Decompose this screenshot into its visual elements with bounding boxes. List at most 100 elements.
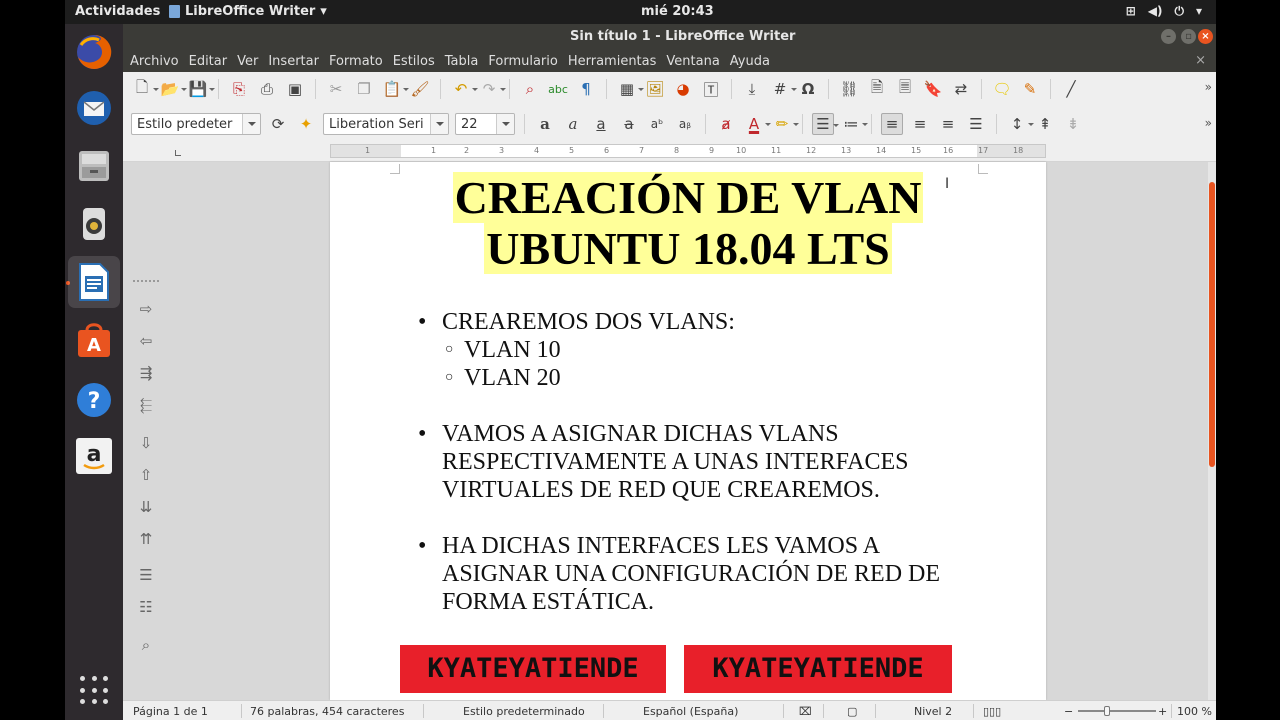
language[interactable]: Español (España)	[643, 705, 738, 718]
insert-field-icon[interactable]: #	[769, 78, 797, 100]
find-replace-icon[interactable]: ⌕	[519, 78, 541, 100]
minimize-button[interactable]: –	[1161, 29, 1176, 44]
restart-numbering-icon[interactable]: ☷	[135, 598, 157, 618]
menu-ayuda[interactable]: Ayuda	[730, 54, 770, 69]
print-icon[interactable]: ⎙	[256, 78, 278, 100]
font-name-combo[interactable]: Liberation Seri	[323, 113, 449, 135]
move-item-down-icon[interactable]: ⇊	[135, 498, 157, 518]
zoom-out-button[interactable]: −	[1064, 705, 1073, 718]
zoom-slider[interactable]	[1078, 710, 1156, 712]
subscript-icon[interactable]: aᵦ	[674, 113, 696, 135]
paste-icon[interactable]: 📋	[381, 78, 409, 100]
show-applications-button[interactable]	[80, 676, 110, 706]
strikethrough-icon[interactable]: a	[618, 113, 640, 135]
menu-archivo[interactable]: Archivo	[130, 54, 179, 69]
software-launcher[interactable]: A	[74, 320, 114, 360]
window-titlebar[interactable]: Sin título 1 - LibreOffice Writer – ▫ ×	[123, 24, 1216, 50]
close-document-button[interactable]: ×	[1195, 53, 1206, 68]
insert-cross-reference-icon[interactable]: ⇄	[950, 78, 972, 100]
menu-tabla[interactable]: Tabla	[445, 54, 479, 69]
italic-icon[interactable]: a	[562, 113, 584, 135]
vertical-scrollbar[interactable]	[1208, 162, 1216, 700]
zoom-slider-handle[interactable]	[1104, 706, 1110, 716]
chevron-down-icon[interactable]	[242, 114, 260, 134]
document-page[interactable]: CREACIÓN DE VLAN UBUNTU 18.04 LTS CREARE…	[330, 162, 1046, 700]
special-character-icon[interactable]: Ω	[797, 78, 819, 100]
insert-image-icon[interactable]: 🖼	[644, 78, 666, 100]
close-window-button[interactable]: ×	[1198, 29, 1213, 44]
export-pdf-icon[interactable]: ⎘	[228, 78, 250, 100]
page-style[interactable]: Estilo predeterminado	[463, 705, 585, 718]
insert-unnumbered-entry-icon[interactable]: ☰	[135, 566, 157, 586]
menu-ventana[interactable]: Ventana	[666, 54, 719, 69]
line-spacing-icon[interactable]: ↕	[1006, 113, 1034, 135]
menu-herramientas[interactable]: Herramientas	[568, 54, 657, 69]
menu-ver[interactable]: Ver	[237, 54, 258, 69]
superscript-icon[interactable]: aᵇ	[646, 113, 668, 135]
chevron-down-icon[interactable]	[496, 114, 514, 134]
redo-icon[interactable]: ↷	[478, 78, 506, 100]
volume-icon[interactable]: ◀)	[1148, 4, 1163, 19]
save-icon[interactable]: 💾	[187, 78, 215, 100]
bullets-numbering-dialog-icon[interactable]: ⌕	[135, 636, 157, 656]
menu-editar[interactable]: Editar	[189, 54, 228, 69]
demote-subpoints-icon[interactable]: ⇶	[135, 364, 157, 384]
spelling-icon[interactable]: abc	[547, 78, 569, 100]
align-center-icon[interactable]: ≡	[909, 113, 931, 135]
clear-formatting-icon[interactable]: ⱥ	[715, 113, 737, 135]
system-tray[interactable]: ⊞ ◀) ⏻ ▾	[1126, 4, 1202, 19]
insert-hyperlink-icon[interactable]: ⛓	[838, 78, 860, 100]
undo-icon[interactable]: ↶	[450, 78, 478, 100]
paragraph-style-combo[interactable]: Estilo predeter	[131, 113, 261, 135]
menu-estilos[interactable]: Estilos	[393, 54, 435, 69]
insert-textbox-icon[interactable]: 🅃	[700, 78, 722, 100]
font-color-icon[interactable]: A	[743, 113, 771, 135]
underline-icon[interactable]: a	[590, 113, 612, 135]
toolbar-overflow-button[interactable]: »	[1205, 116, 1212, 130]
document-modified-icon[interactable]: ▢	[847, 705, 857, 718]
move-up-icon[interactable]: ⇧	[135, 466, 157, 486]
demote-icon[interactable]: ⇨	[135, 300, 157, 320]
activities-button[interactable]: Actividades	[75, 4, 160, 19]
bold-icon[interactable]: a	[534, 113, 556, 135]
insert-footnote-icon[interactable]: 🗎	[866, 78, 888, 100]
zoom-level[interactable]: 100 %	[1177, 705, 1212, 718]
thunderbird-launcher[interactable]	[74, 88, 114, 128]
menu-insertar[interactable]: Insertar	[268, 54, 319, 69]
insert-chart-icon[interactable]: ◕	[672, 78, 694, 100]
update-style-icon[interactable]: ⟳	[267, 113, 289, 135]
unordered-list-icon[interactable]: ☰	[812, 113, 839, 135]
app-menu[interactable]: LibreOffice Writer ▾	[169, 4, 327, 19]
maximize-button[interactable]: ▫	[1181, 29, 1196, 44]
insert-mode-icon[interactable]: ⌧	[799, 705, 812, 718]
toolbar-overflow-button[interactable]: »	[1205, 80, 1212, 94]
chevron-down-icon[interactable]	[430, 114, 448, 134]
copy-icon[interactable]: ❐	[353, 78, 375, 100]
horizontal-ruler[interactable]: 1 1 2 3 4 5 6 7 8 9 10 11 12 13 14 15 16…	[330, 144, 1046, 158]
firefox-launcher[interactable]	[74, 32, 114, 72]
insert-bookmark-icon[interactable]: 🔖	[922, 78, 944, 100]
view-layout-icon[interactable]: ▯▯▯	[983, 705, 1001, 718]
promote-icon[interactable]: ⇦	[135, 332, 157, 352]
menu-formato[interactable]: Formato	[329, 54, 383, 69]
move-item-up-icon[interactable]: ⇈	[135, 530, 157, 550]
highlight-color-icon[interactable]: ✏	[771, 113, 799, 135]
insert-page-break-icon[interactable]: ⤓	[741, 78, 763, 100]
scrollbar-thumb[interactable]	[1209, 182, 1215, 467]
justify-icon[interactable]: ☰	[965, 113, 987, 135]
new-style-icon[interactable]: ✦	[295, 113, 317, 135]
network-icon[interactable]: ⊞	[1126, 4, 1136, 19]
document-body[interactable]: CREAREMOS DOS VLANS: VLAN 10 VLAN 20 VAM…	[418, 308, 978, 644]
cut-icon[interactable]: ✂	[325, 78, 347, 100]
help-launcher[interactable]: ?	[74, 380, 114, 420]
zoom-in-button[interactable]: +	[1158, 705, 1167, 718]
print-preview-icon[interactable]: ▣	[284, 78, 306, 100]
move-down-icon[interactable]: ⇩	[135, 434, 157, 454]
formatting-marks-icon[interactable]: ¶	[575, 78, 597, 100]
promote-subpoints-icon[interactable]: ⬱	[135, 396, 157, 416]
word-count[interactable]: 76 palabras, 454 caracteres	[250, 705, 404, 718]
clone-formatting-icon[interactable]: 🖌	[409, 78, 431, 100]
document-title[interactable]: CREACIÓN DE VLAN UBUNTU 18.04 LTS	[330, 172, 1046, 274]
clock[interactable]: mié 20:43	[641, 4, 714, 19]
files-launcher[interactable]	[74, 146, 114, 186]
